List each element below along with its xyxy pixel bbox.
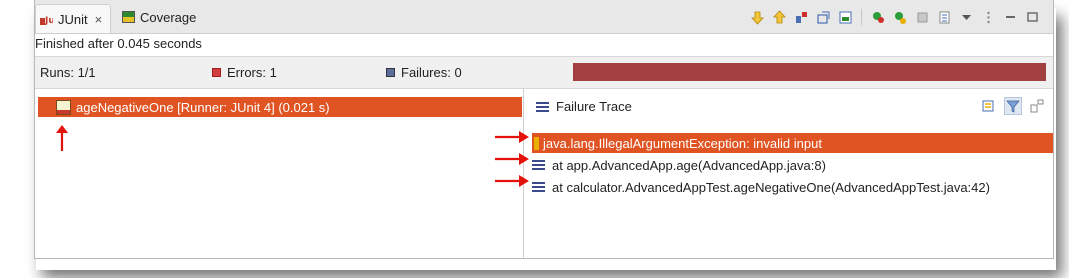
- filter-stack-icon[interactable]: [1004, 97, 1022, 115]
- failures-label: Failures: 0: [401, 65, 462, 80]
- trace-line[interactable]: java.lang.IllegalArgumentException: inva…: [532, 133, 1053, 153]
- runs-counter: Runs: 1/1: [40, 65, 96, 80]
- annotation-arrow-up-icon: [56, 125, 68, 151]
- next-failure-icon[interactable]: [746, 8, 768, 26]
- tree-item[interactable]: ageNegativeOne [Runner: JUnit 4] (0.021 …: [38, 97, 522, 117]
- errors-counter: Errors: 1: [212, 65, 277, 80]
- trace-line[interactable]: at app.AdvancedApp.age(AdvancedApp.java:…: [532, 155, 826, 175]
- tab-coverage-label: Coverage: [140, 9, 197, 25]
- compare-result-icon[interactable]: [981, 98, 997, 114]
- scroll-lock-icon[interactable]: [834, 8, 856, 26]
- junit-icon: Ju: [39, 12, 55, 26]
- show-failures-only-icon[interactable]: [867, 8, 889, 26]
- stack-frame-icon: [532, 158, 545, 172]
- trace-line-text: java.lang.IllegalArgumentException: inva…: [543, 135, 822, 151]
- relaunch-failed-icon[interactable]: [812, 8, 834, 26]
- runs-label: Runs: 1/1: [40, 65, 96, 80]
- tab-junit-label: JUnit: [58, 11, 88, 27]
- annotation-arrow-right-icon: [495, 153, 529, 165]
- stack-trace-icon: [536, 100, 549, 114]
- status-text: Finished after 0.045 seconds: [35, 36, 202, 51]
- progress-bar: [573, 63, 1046, 81]
- view-menu-icon[interactable]: [977, 8, 999, 26]
- stack-frame-icon: [532, 180, 545, 194]
- tab-coverage[interactable]: Coverage: [122, 5, 196, 29]
- trace-line[interactable]: at calculator.AdvancedAppTest.ageNegativ…: [532, 177, 990, 197]
- test-run-history-icon[interactable]: [889, 8, 911, 26]
- annotation-arrow-right-icon: [495, 175, 529, 187]
- trace-line-text: at app.AdvancedApp.age(AdvancedApp.java:…: [552, 157, 826, 173]
- junit-view: Ju JUnit × Coverage Finished after 0.045…: [34, 0, 1054, 259]
- previous-failure-icon[interactable]: [768, 8, 790, 26]
- maximize-icon[interactable]: [1021, 8, 1043, 26]
- view-toolbar: [746, 8, 1043, 26]
- coverage-icon: [122, 11, 135, 23]
- tree-item-label: ageNegativeOne [Runner: JUnit 4] (0.021 …: [76, 99, 330, 115]
- failures-counter: Failures: 0: [386, 65, 462, 80]
- relaunch-icon[interactable]: [790, 8, 812, 26]
- close-icon[interactable]: ×: [95, 12, 103, 27]
- chevron-down-icon[interactable]: [955, 8, 977, 26]
- toolbar-separator: [861, 9, 862, 25]
- trace-line-text: at calculator.AdvancedAppTest.ageNegativ…: [552, 179, 990, 195]
- maximize-trace-icon[interactable]: [1029, 98, 1045, 114]
- test-tree: ageNegativeOne [Runner: JUnit 4] (0.021 …: [35, 88, 524, 258]
- view-tab-bar: Ju JUnit × Coverage: [35, 0, 1053, 34]
- counter-bar: Runs: 1/1 Errors: 1 Failures: 0: [35, 56, 1053, 89]
- failure-trace-pane: Failure Trace java.lang.IllegalArgumentE…: [524, 88, 1053, 258]
- tab-junit[interactable]: Ju JUnit ×: [35, 4, 112, 33]
- error-icon: [212, 68, 221, 77]
- annotation-arrow-right-icon: [495, 131, 529, 143]
- test-error-icon: [56, 99, 71, 115]
- exception-icon: [534, 136, 539, 150]
- minimize-icon[interactable]: [999, 8, 1021, 26]
- failure-trace-title: Failure Trace: [556, 99, 632, 114]
- svg-text:Ju: Ju: [44, 16, 53, 26]
- layout-icon[interactable]: [933, 8, 955, 26]
- failure-trace-header: Failure Trace: [536, 99, 632, 114]
- failure-trace-toolbar: [981, 97, 1045, 115]
- stop-icon[interactable]: [911, 8, 933, 26]
- errors-label: Errors: 1: [227, 65, 277, 80]
- failure-icon: [386, 68, 395, 77]
